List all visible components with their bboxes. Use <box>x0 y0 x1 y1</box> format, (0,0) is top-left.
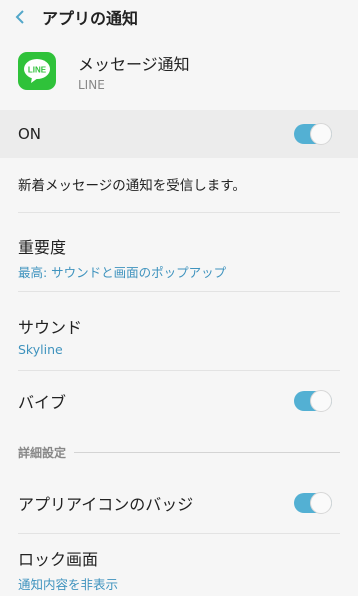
divider <box>18 370 340 371</box>
description-text: 新着メッセージの通知を受信します。 <box>18 178 246 194</box>
section-label: 詳細設定 <box>18 446 67 460</box>
page-title: アプリの通知 <box>42 9 139 28</box>
sound-title: サウンド <box>18 317 83 337</box>
app-subtitle: LINE <box>78 77 105 92</box>
divider <box>18 212 340 213</box>
app-bar: アプリの通知 <box>0 0 358 34</box>
advanced-section-header: 詳細設定 <box>18 444 340 461</box>
sound-value: Skyline <box>18 341 63 357</box>
vibrate-title: バイブ <box>18 393 67 412</box>
divider <box>18 533 340 534</box>
vibrate-setting[interactable]: バイブ <box>0 378 358 424</box>
importance-value: 最高: サウンドと画面のポップアップ <box>18 264 227 280</box>
master-switch-label: ON <box>18 125 42 143</box>
master-toggle[interactable] <box>294 123 332 145</box>
app-name: メッセージ通知 <box>78 54 190 74</box>
app-badge-setting[interactable]: アプリアイコンのバッジ <box>0 480 358 526</box>
app-badge-title: アプリアイコンのバッジ <box>18 495 194 514</box>
importance-title: 重要度 <box>18 237 67 257</box>
chevron-left-icon <box>15 10 24 24</box>
lock-screen-setting[interactable]: ロック画面 通知内容を非表示 <box>0 542 358 596</box>
lock-screen-value: 通知内容を非表示 <box>18 576 119 592</box>
master-switch-row[interactable]: ON <box>0 110 358 158</box>
importance-setting[interactable]: 重要度 最高: サウンドと画面のポップアップ <box>0 226 358 288</box>
vibrate-toggle[interactable] <box>294 390 332 412</box>
back-button[interactable] <box>0 0 40 34</box>
divider <box>18 291 340 292</box>
app-badge-toggle[interactable] <box>294 492 332 514</box>
lock-screen-title: ロック画面 <box>18 549 99 569</box>
app-info: LINE メッセージ通知 LINE <box>0 36 358 106</box>
line-app-icon: LINE <box>18 52 56 90</box>
sound-setting[interactable]: サウンド Skyline <box>0 304 358 366</box>
svg-text:LINE: LINE <box>28 66 47 75</box>
